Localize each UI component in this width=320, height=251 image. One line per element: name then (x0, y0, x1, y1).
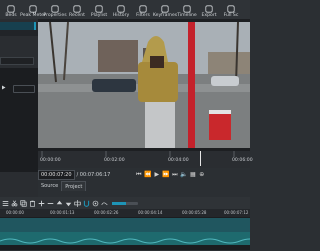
total-duration: / 00:07:06:17 (76, 171, 111, 178)
toolbar-button-history[interactable]: History (110, 0, 132, 19)
player-scrub-ruler[interactable]: 00:00:00 00:02:00 00:04:00 00:06:00 (38, 151, 253, 168)
rewind-icon[interactable]: ⏪ (143, 170, 152, 179)
skip-next-icon[interactable]: ⏭ (170, 170, 179, 179)
toolbar-button-recent[interactable]: Recent (66, 0, 88, 19)
player-tabs: Source Project (38, 181, 87, 191)
video-frame-image (38, 22, 250, 148)
menu-icon[interactable] (2, 200, 9, 207)
copy-icon[interactable] (20, 199, 27, 207)
tab-source[interactable]: Source (38, 181, 61, 191)
timeline-ruler-label: 00:00:00 (6, 210, 24, 215)
left-panel (0, 19, 38, 197)
grid-icon[interactable]: ▦ (188, 170, 197, 179)
toolbar-button-peak-meter[interactable]: Peak Meter (20, 0, 46, 19)
video-clip[interactable] (0, 218, 250, 232)
ruler-label: 00:06:00 (232, 158, 253, 163)
timeline-ruler-label: 00:00:02:26 (94, 210, 119, 215)
timeline-icon (183, 5, 191, 13)
zoom-slider-fill (112, 201, 127, 205)
timeline-toolbar (0, 197, 250, 209)
properties-icon (51, 5, 59, 13)
add-icon[interactable] (38, 200, 45, 207)
ruler-label: 00:04:00 (168, 158, 189, 163)
fullscreen-icon (227, 5, 235, 13)
play-icon[interactable] (1, 85, 6, 90)
peak-meter-icon (29, 5, 37, 13)
ruler-label: 00:00:00 (40, 158, 61, 163)
left-panel-header (0, 30, 38, 36)
timeline-ruler-label: 00:00:01:13 (50, 210, 75, 215)
toolbar-button-beds[interactable]: Beds (0, 0, 22, 19)
tab-project[interactable]: Project (61, 181, 87, 191)
toolbar-button-properties[interactable]: Properties (43, 0, 67, 19)
toolbar-button-filters[interactable]: Filters (132, 0, 154, 19)
cut-icon[interactable] (11, 199, 18, 207)
scrub-icon[interactable] (92, 200, 99, 207)
ruler-label: 00:02:00 (104, 158, 125, 163)
playhead-marker[interactable] (200, 151, 202, 166)
playlist-icon (95, 5, 103, 13)
timeline-ruler-label: 00:00:04:14 (138, 210, 163, 215)
timeline-zoom-slider[interactable] (112, 201, 138, 205)
transport-controls: 00:00:07:20 / 00:07:06:17 ⏮ ⏪ ▶ ⏩ ⏭ 🔈 ▦ … (38, 168, 250, 181)
left-panel-tab[interactable] (0, 22, 36, 30)
left-panel-search-field[interactable] (0, 57, 34, 65)
ruler-ticks (41, 151, 235, 157)
timeline-ruler-label: 00:00:07:12 (224, 210, 249, 215)
left-panel-dropdown[interactable] (13, 85, 35, 93)
toolbar-button-timeline[interactable]: Timeline (176, 0, 198, 19)
fast-forward-icon[interactable]: ⏩ (161, 170, 170, 179)
timeline-ruler[interactable]: 00:00:00 00:00:01:13 00:00:02:26 00:00:0… (0, 209, 250, 217)
filters-icon (139, 5, 147, 13)
timeline-tracks[interactable] (0, 217, 261, 250)
ripple-icon[interactable] (101, 200, 108, 207)
keyframes-icon (161, 5, 169, 13)
toolbar-button-export[interactable]: Export (198, 0, 220, 19)
player-area (38, 19, 250, 151)
snap-icon[interactable] (83, 200, 90, 207)
toolbar-button-keyframes[interactable]: Keyframes (153, 0, 177, 19)
main-toolbar: Beds Peak Meter Properties Recent Playlist Hi… (0, 0, 250, 19)
toolbar-button-playlist[interactable]: Playlist (88, 0, 110, 19)
recent-icon (73, 5, 81, 13)
zoom-icon[interactable]: ⊕ (197, 170, 206, 179)
left-panel-list[interactable] (0, 68, 38, 172)
lift-icon[interactable] (56, 200, 63, 207)
export-icon (205, 5, 213, 13)
toolbar-button-fullscreen[interactable]: Full Sc (220, 0, 242, 19)
paste-icon[interactable] (29, 200, 36, 207)
timeline-ruler-label: 00:00:05:28 (182, 210, 207, 215)
audio-clip[interactable] (0, 232, 261, 245)
beds-icon (7, 5, 15, 13)
skip-previous-icon[interactable]: ⏮ (134, 170, 143, 179)
left-panel-controls (1, 85, 6, 90)
current-timecode[interactable]: 00:00:07:20 (38, 169, 75, 180)
history-icon (117, 5, 125, 13)
audio-waveform (0, 238, 261, 244)
split-icon[interactable] (74, 199, 81, 207)
volume-icon[interactable]: 🔈 (179, 170, 188, 179)
video-preview[interactable] (38, 22, 250, 148)
toolbar-items: Beds Peak Meter Properties Recent Playlist Hi… (0, 0, 242, 19)
play-icon[interactable]: ▶ (152, 170, 161, 179)
remove-icon[interactable] (47, 200, 54, 207)
overwrite-icon[interactable] (65, 200, 72, 207)
